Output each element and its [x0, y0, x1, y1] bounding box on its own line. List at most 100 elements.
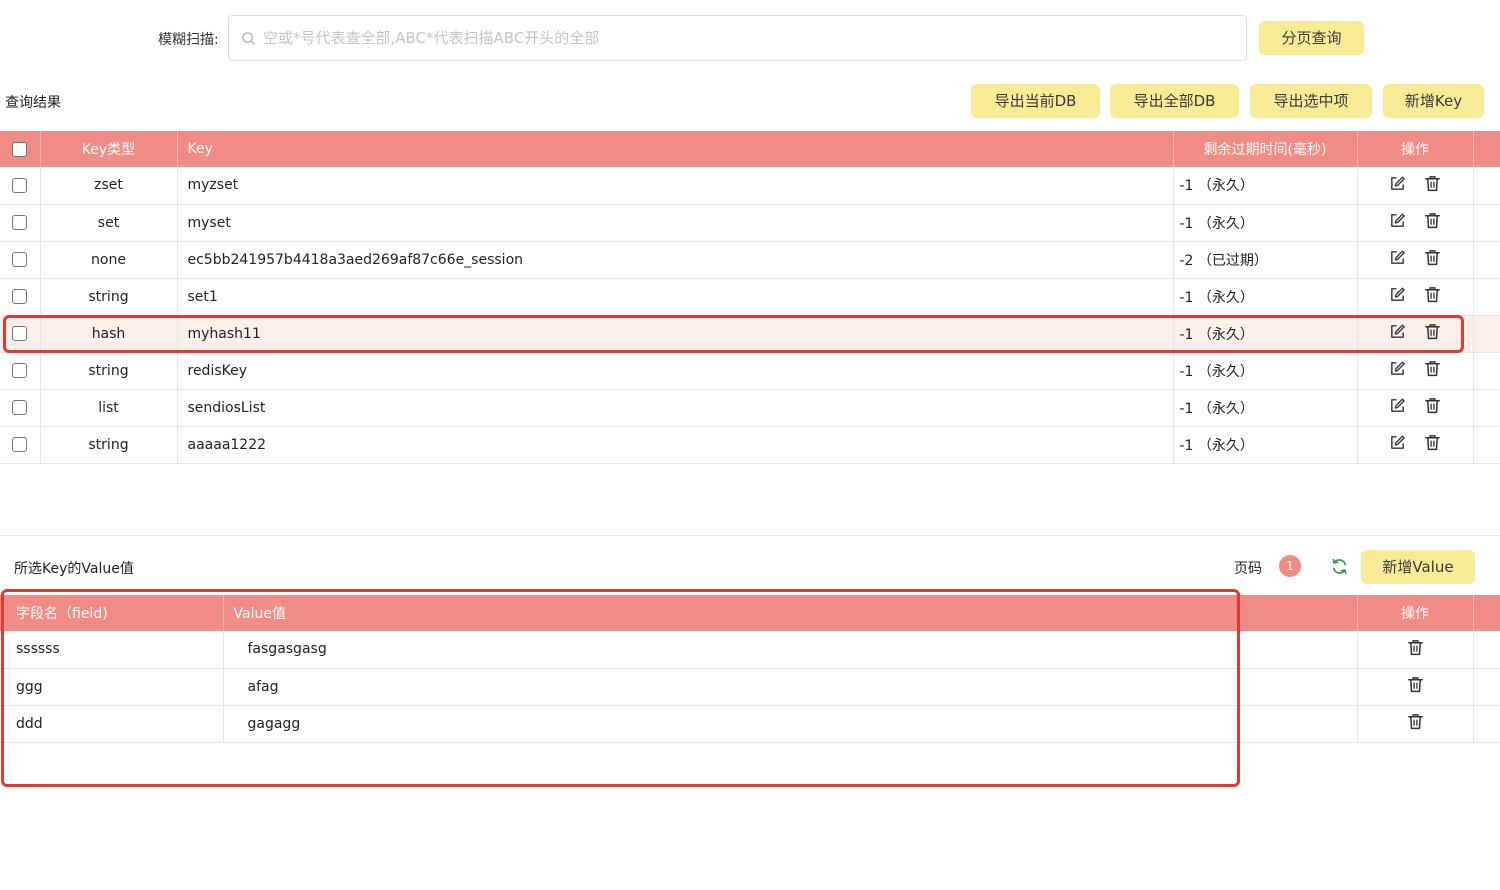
- values-table-header: 字段名（field) Value值 操作: [0, 595, 1500, 631]
- ttl-cell: -1 （永久）: [1173, 389, 1358, 427]
- pad-cell: [1473, 167, 1500, 205]
- pad-cell: [1473, 315, 1500, 353]
- field-cell: ddd: [0, 705, 224, 743]
- value-cell[interactable]: afag: [223, 668, 1358, 706]
- delete-icon[interactable]: [1424, 175, 1441, 192]
- ttl-cell: -1 （永久）: [1173, 167, 1358, 205]
- key-row[interactable]: hash myhash11 -1 （永久）: [0, 315, 1500, 353]
- delete-icon[interactable]: [1424, 286, 1441, 303]
- row-checkbox[interactable]: [12, 289, 28, 304]
- edit-icon[interactable]: [1389, 397, 1406, 414]
- header-key-type[interactable]: Key类型: [40, 131, 178, 167]
- op-cell: [1357, 705, 1474, 743]
- row-checkbox[interactable]: [12, 177, 28, 193]
- delete-icon[interactable]: [1424, 323, 1441, 340]
- value-cell[interactable]: fasgasgasg: [223, 631, 1358, 669]
- delete-icon[interactable]: [1424, 249, 1441, 266]
- key-row[interactable]: zset myzset -1 （永久）: [0, 167, 1500, 205]
- empty-row: [0, 742, 1500, 782]
- row-checkbox[interactable]: [12, 215, 28, 230]
- key-type-cell: string: [40, 352, 178, 390]
- row-checkbox[interactable]: [12, 400, 28, 415]
- op-cell: [1357, 204, 1474, 242]
- export-current-db-button[interactable]: 导出当前DB: [971, 84, 1100, 118]
- header-ttl[interactable]: 剩余过期时间(毫秒): [1173, 131, 1358, 167]
- row-checkbox[interactable]: [12, 252, 28, 267]
- value-row[interactable]: ssssss fasgasgasg: [0, 631, 1500, 669]
- search-input[interactable]: [263, 24, 1223, 52]
- edit-icon[interactable]: [1389, 323, 1406, 340]
- ttl-cell: -1 （永久）: [1173, 204, 1358, 242]
- search-label: 模糊扫描:: [158, 32, 219, 48]
- value-cell[interactable]: gagagg: [223, 705, 1358, 743]
- op-cell: [1357, 278, 1474, 316]
- op-cell: [1357, 389, 1474, 427]
- key-type-cell: none: [40, 241, 178, 279]
- ttl-cell: -1 （永久）: [1173, 426, 1358, 464]
- key-name-cell[interactable]: myhash11: [177, 315, 1174, 353]
- page-number-badge[interactable]: 1: [1279, 555, 1301, 577]
- field-cell: ssssss: [0, 631, 224, 669]
- edit-icon[interactable]: [1389, 249, 1406, 266]
- edit-icon[interactable]: [1389, 212, 1406, 229]
- key-name-cell[interactable]: aaaaa1222: [177, 426, 1174, 464]
- field-cell: ggg: [0, 668, 224, 706]
- keys-table: Key类型 Key 剩余过期时间(毫秒) 操作 zset myzset -1 （永久…: [0, 131, 1500, 464]
- delete-icon[interactable]: [1407, 639, 1424, 656]
- key-name-cell[interactable]: sendiosList: [177, 389, 1174, 427]
- value-row[interactable]: ggg afag: [0, 668, 1500, 706]
- pad-cell: [1473, 352, 1500, 390]
- op-cell: [1357, 352, 1474, 390]
- op-cell: [1357, 668, 1474, 706]
- search-row: 模糊扫描: 分页查询: [0, 15, 1500, 61]
- add-value-button[interactable]: 新增Value: [1361, 550, 1475, 584]
- pad-cell: [1473, 631, 1500, 669]
- values-table: 字段名（field) Value值 操作 ssssss fasgasgasg ggg…: [0, 595, 1500, 782]
- delete-icon[interactable]: [1407, 713, 1424, 730]
- select-all-cell: [0, 131, 41, 167]
- delete-icon[interactable]: [1424, 212, 1441, 229]
- key-name-cell[interactable]: myset: [177, 204, 1174, 242]
- op-cell: [1357, 426, 1474, 464]
- key-name-cell[interactable]: redisKey: [177, 352, 1174, 390]
- op-cell: [1357, 315, 1474, 353]
- row-checkbox-cell: [0, 204, 41, 242]
- delete-icon[interactable]: [1424, 397, 1441, 414]
- export-all-db-button[interactable]: 导出全部DB: [1110, 84, 1239, 118]
- delete-icon[interactable]: [1407, 676, 1424, 693]
- page-label: 页码: [1234, 561, 1262, 577]
- page-query-button[interactable]: 分页查询: [1259, 21, 1364, 55]
- edit-icon[interactable]: [1389, 434, 1406, 451]
- export-selected-button[interactable]: 导出选中项: [1250, 84, 1372, 118]
- row-checkbox[interactable]: [12, 326, 28, 341]
- key-row[interactable]: list sendiosList -1 （永久）: [0, 389, 1500, 427]
- key-row[interactable]: set myset -1 （永久）: [0, 204, 1500, 242]
- value-row[interactable]: ddd gagagg: [0, 705, 1500, 743]
- key-row[interactable]: none ec5bb241957b4418a3aed269af87c66e_ses…: [0, 241, 1500, 279]
- row-checkbox-cell: [0, 241, 41, 279]
- pad-cell: [1473, 705, 1500, 743]
- edit-icon[interactable]: [1389, 286, 1406, 303]
- key-row[interactable]: string set1 -1 （永久）: [0, 278, 1500, 316]
- refresh-icon[interactable]: [1330, 557, 1349, 576]
- add-key-button[interactable]: 新增Key: [1383, 84, 1484, 118]
- key-row[interactable]: string redisKey -1 （永久）: [0, 352, 1500, 390]
- key-name-cell[interactable]: myzset: [177, 167, 1174, 205]
- row-checkbox[interactable]: [12, 437, 28, 452]
- key-type-cell: zset: [40, 167, 178, 205]
- key-name-cell[interactable]: set1: [177, 278, 1174, 316]
- header-op: 操作: [1357, 131, 1474, 167]
- header-key[interactable]: Key: [177, 131, 1174, 167]
- key-row[interactable]: string aaaaa1222 -1 （永久）: [0, 426, 1500, 464]
- row-checkbox[interactable]: [12, 363, 28, 378]
- edit-icon[interactable]: [1389, 360, 1406, 377]
- search-field[interactable]: [228, 15, 1247, 61]
- delete-icon[interactable]: [1424, 360, 1441, 377]
- select-all-checkbox[interactable]: [12, 141, 28, 157]
- ttl-cell: -1 （永久）: [1173, 352, 1358, 390]
- delete-icon[interactable]: [1424, 434, 1441, 451]
- edit-icon[interactable]: [1389, 175, 1406, 192]
- key-name-cell[interactable]: ec5bb241957b4418a3aed269af87c66e_session: [177, 241, 1174, 279]
- key-type-cell: string: [40, 426, 178, 464]
- ttl-cell: -2 （已过期）: [1173, 241, 1358, 279]
